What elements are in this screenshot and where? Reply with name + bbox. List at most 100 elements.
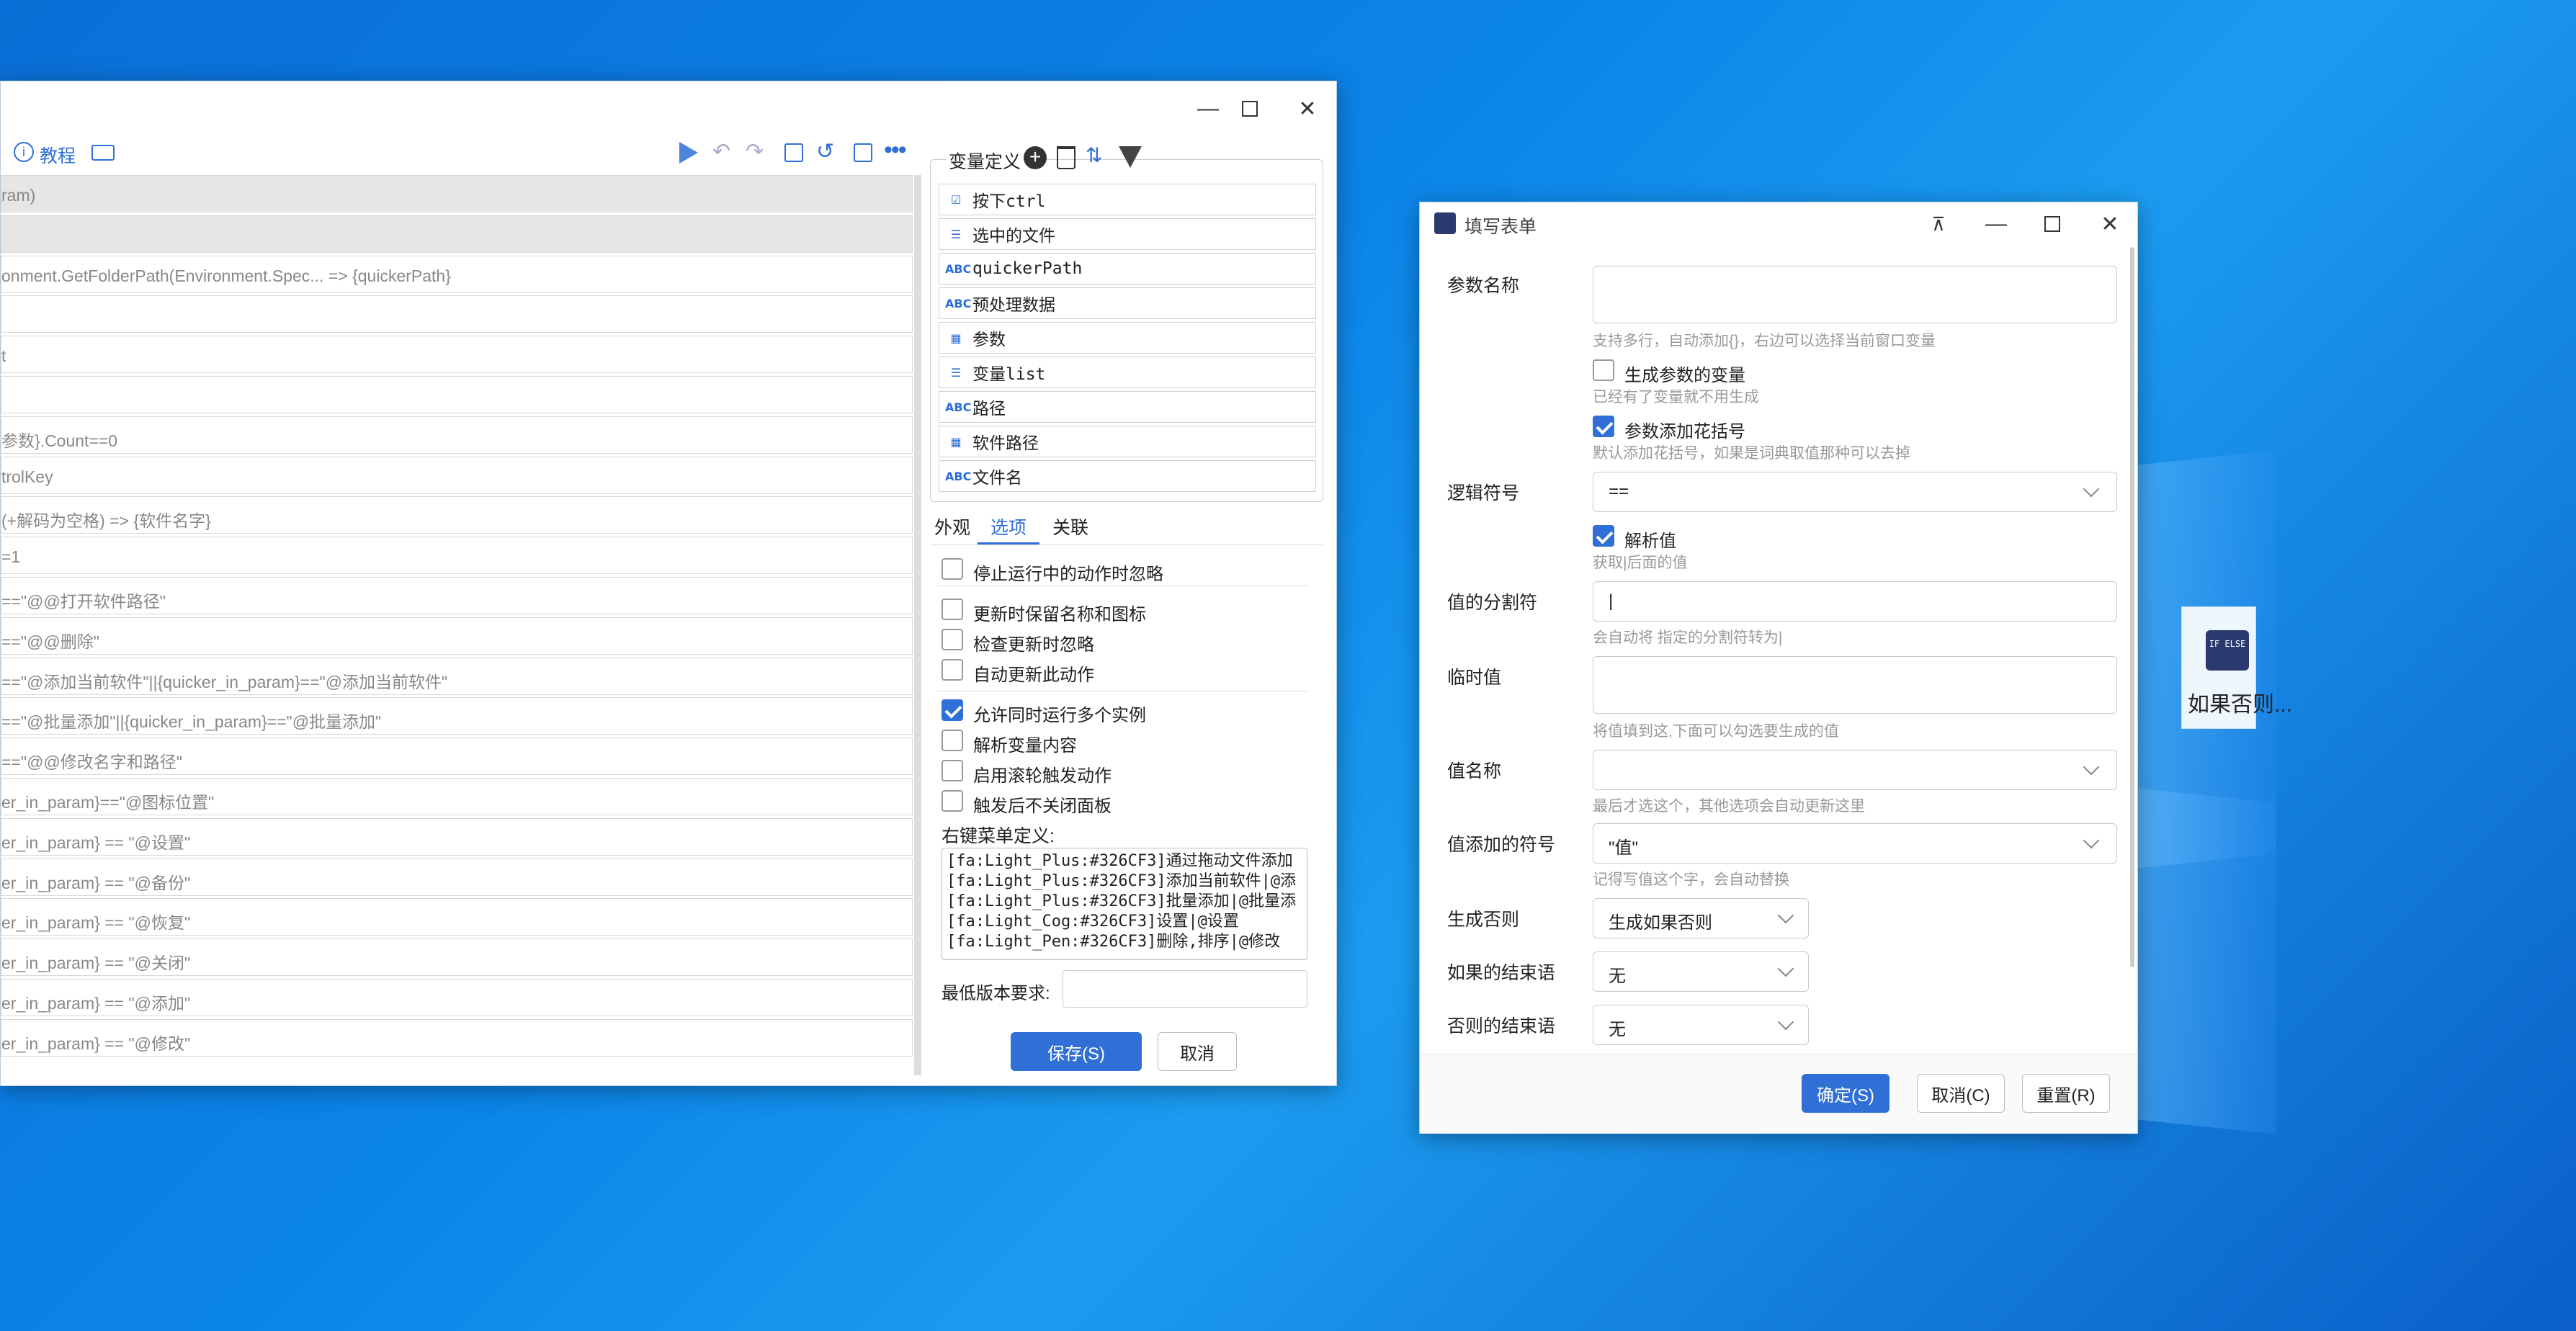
variable-name: 路径 bbox=[972, 400, 1006, 418]
history-icon[interactable]: ↺ bbox=[816, 139, 834, 164]
context-menu-line: [fa:Light_Plus:#326CF3]添加当前软件|@添 bbox=[947, 872, 1297, 890]
pin-icon[interactable]: ⊼ bbox=[1924, 210, 1953, 238]
param-name-input[interactable] bbox=[1593, 266, 2117, 323]
separator-value: | bbox=[1609, 591, 1614, 611]
step-row[interactable]: =="@批量添加"||{quicker_in_param}=="@批量添加" bbox=[1, 697, 913, 735]
keyboard-icon[interactable] bbox=[91, 145, 115, 161]
add-var-icon[interactable]: + bbox=[1024, 146, 1047, 169]
step-row-text: er_in_param} == "@设置" bbox=[1, 833, 191, 852]
step-row[interactable]: =="@添加当前软件"||{quicker_in_param}=="@添加当前软… bbox=[1, 657, 913, 695]
form-maximize-icon[interactable] bbox=[2038, 210, 2067, 238]
variable-item[interactable]: ABC 预处理数据 bbox=[939, 287, 1316, 319]
step-row[interactable]: (+解码为空格) => {软件名字} bbox=[1, 496, 913, 534]
tab-relations[interactable]: 关联 bbox=[1052, 514, 1088, 539]
add-braces-checkbox[interactable] bbox=[1593, 416, 1614, 437]
redo-icon[interactable]: ↷ bbox=[746, 139, 764, 164]
reset-button[interactable]: 重置(R) bbox=[2022, 1074, 2110, 1113]
delete-var-icon[interactable] bbox=[1057, 146, 1075, 169]
step-row[interactable]: er_in_param}=="@图标位置" bbox=[1, 778, 913, 815]
option-label: 自动更新此动作 bbox=[973, 666, 1094, 685]
ok-button[interactable]: 确定(S) bbox=[1802, 1074, 1889, 1113]
option-checkbox[interactable] bbox=[942, 760, 963, 781]
filter-icon[interactable] bbox=[1119, 146, 1142, 168]
context-menu-textarea[interactable]: [fa:Light_Plus:#326CF3]通过拖动文件添加 [fa:Light… bbox=[942, 848, 1307, 960]
step-row[interactable]: =="@@修改名字和路径" bbox=[1, 738, 913, 776]
close-icon[interactable]: ✕ bbox=[1293, 94, 1322, 123]
option-checkbox[interactable] bbox=[942, 730, 963, 751]
gen-var-checkbox[interactable] bbox=[1593, 359, 1614, 381]
form-app-icon bbox=[1434, 212, 1456, 234]
parse-checkbox[interactable] bbox=[1593, 525, 1614, 547]
variable-item[interactable]: ☑ 按下ctrl bbox=[939, 184, 1316, 215]
option-checkbox[interactable] bbox=[942, 699, 963, 721]
option-checkbox[interactable] bbox=[942, 599, 963, 620]
value-symbol-select[interactable] bbox=[1593, 823, 2117, 864]
step-row[interactable]: onment.GetFolderPath(Environment.Spec...… bbox=[1, 255, 913, 293]
form-minimize-icon[interactable]: — bbox=[1982, 210, 2011, 238]
variable-item[interactable]: ☰ 变量list bbox=[939, 357, 1316, 388]
option-checkbox[interactable] bbox=[942, 558, 963, 580]
logic-select[interactable] bbox=[1593, 472, 2117, 512]
save-button[interactable]: 保存(S) bbox=[1011, 1032, 1142, 1071]
step-row[interactable] bbox=[1, 376, 913, 413]
variable-name: 按下ctrl bbox=[972, 192, 1046, 211]
option-checkbox[interactable] bbox=[942, 629, 963, 650]
variable-item[interactable]: ABC 文件名 bbox=[939, 460, 1316, 492]
desktop-icon-if-else[interactable]: IF ELSE 如果否则... bbox=[2181, 606, 2292, 729]
variable-type-icon: ☑ bbox=[950, 192, 962, 207]
option-checkbox[interactable] bbox=[942, 790, 963, 812]
variable-item[interactable]: ABC quickerPath bbox=[939, 253, 1316, 284]
step-row[interactable]: trolKey bbox=[1, 456, 913, 494]
more-icon[interactable]: ••• bbox=[884, 136, 907, 164]
form-cancel-button[interactable]: 取消(C) bbox=[1917, 1074, 2005, 1113]
sort-icon[interactable]: ⇅ bbox=[1086, 143, 1102, 167]
variable-item[interactable]: ▦ 软件路径 bbox=[939, 426, 1316, 457]
undo-icon[interactable]: ↶ bbox=[712, 139, 730, 164]
variable-type-icon: ABC bbox=[945, 469, 972, 483]
action-step-list: ram) onment.GetFolderPath(Environment.Spe… bbox=[1, 175, 920, 1075]
note-icon[interactable] bbox=[854, 143, 872, 162]
form-close-icon[interactable]: ✕ bbox=[2096, 210, 2124, 238]
variable-item[interactable]: ABC 路径 bbox=[939, 391, 1316, 423]
run-icon[interactable] bbox=[679, 142, 698, 163]
variable-item[interactable]: ☰ 选中的文件 bbox=[939, 218, 1316, 250]
step-row-text: =="@@打开软件路径" bbox=[1, 592, 166, 611]
logic-label: 逻辑符号 bbox=[1447, 483, 1520, 503]
desktop-icon-label: 如果否则... bbox=[2188, 693, 2293, 717]
step-row[interactable]: 参数}.Count==0 bbox=[1, 416, 913, 454]
variable-item[interactable]: ▦ 参数 bbox=[939, 322, 1316, 354]
step-row[interactable]: t bbox=[1, 336, 913, 374]
value-name-select[interactable] bbox=[1593, 750, 2117, 790]
option-checkbox[interactable] bbox=[942, 659, 963, 681]
value-name-label: 值名称 bbox=[1447, 761, 1502, 781]
step-row[interactable] bbox=[1, 215, 913, 253]
step-row[interactable] bbox=[1, 295, 913, 333]
tab-options[interactable]: 选项 bbox=[990, 514, 1027, 539]
step-row-text: onment.GetFolderPath(Environment.Spec...… bbox=[1, 266, 451, 285]
step-row[interactable]: er_in_param} == "@设置" bbox=[1, 817, 913, 856]
step-row[interactable]: er_in_param} == "@备份" bbox=[1, 858, 913, 896]
step-row[interactable]: =1 bbox=[1, 537, 913, 575]
step-row[interactable]: er_in_param} == "@修改" bbox=[1, 1018, 913, 1057]
minimize-icon[interactable]: — bbox=[1194, 94, 1222, 123]
info-icon[interactable]: i bbox=[14, 142, 34, 162]
temp-input[interactable] bbox=[1593, 656, 2117, 714]
tutorial-link[interactable]: 教程 bbox=[40, 142, 76, 168]
step-row[interactable]: =="@@打开软件路径" bbox=[1, 577, 913, 614]
step-row[interactable]: er_in_param} == "@添加" bbox=[1, 979, 913, 1016]
step-row[interactable]: =="@@删除" bbox=[1, 617, 913, 655]
cancel-button[interactable]: 取消 bbox=[1158, 1032, 1237, 1071]
code-list-scrollbar[interactable] bbox=[914, 175, 921, 1075]
separator-input[interactable] bbox=[1593, 581, 2117, 622]
if-end-value: 无 bbox=[1609, 967, 1626, 986]
step-row[interactable]: er_in_param} == "@恢复" bbox=[1, 898, 913, 936]
tab-appearance[interactable]: 外观 bbox=[934, 514, 970, 539]
form-scrollbar[interactable] bbox=[2130, 247, 2134, 967]
step-row[interactable]: ram) bbox=[1, 175, 913, 212]
save-icon[interactable] bbox=[784, 143, 803, 162]
option-label: 解析变量内容 bbox=[973, 736, 1077, 756]
step-row[interactable]: er_in_param} == "@关闭" bbox=[1, 938, 913, 977]
min-version-input[interactable] bbox=[1063, 970, 1307, 1008]
gen-var-hint: 已经有了变量就不用生成 bbox=[1593, 389, 1759, 405]
maximize-icon[interactable] bbox=[1235, 94, 1264, 123]
